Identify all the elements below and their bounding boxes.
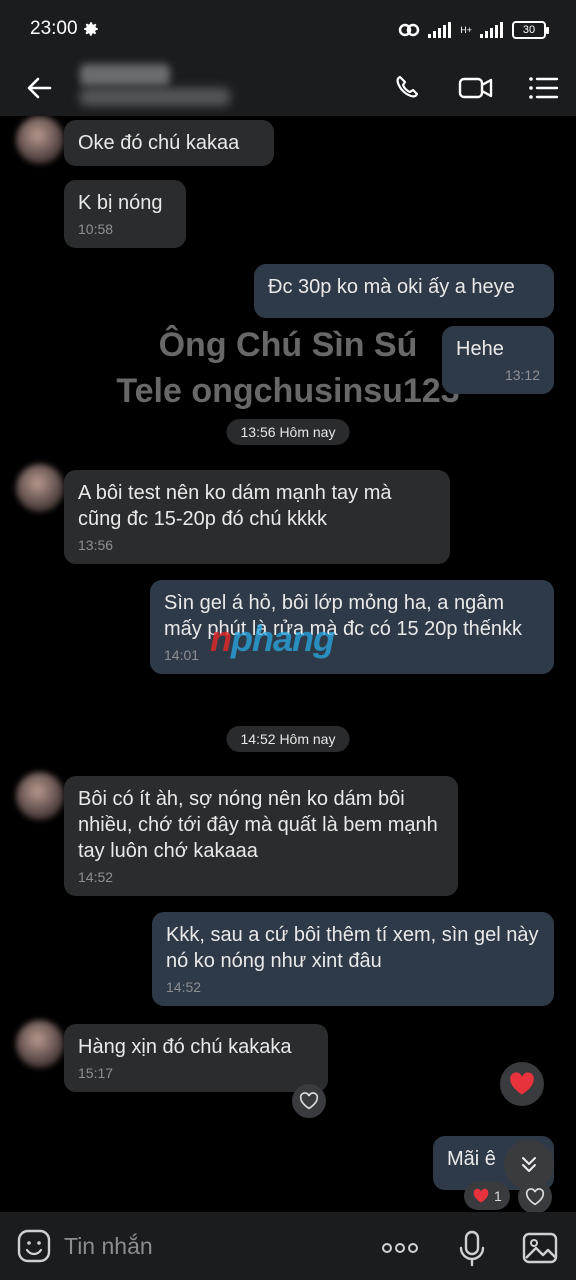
message-time: 13:12 bbox=[504, 367, 540, 383]
message-bubble-incoming[interactable]: K bị nóng 10:58 bbox=[64, 180, 186, 248]
chat-header bbox=[0, 58, 576, 116]
reaction-count: 1 bbox=[494, 1188, 502, 1204]
settings-gear-icon bbox=[84, 22, 98, 36]
message-time: 13:56 bbox=[78, 537, 114, 553]
signal-icon bbox=[428, 22, 452, 38]
message-text: Bôi có ít àh, sợ nóng nên ko dám bôi nhi… bbox=[78, 788, 438, 862]
double-chevron-down-icon bbox=[522, 1157, 536, 1172]
avatar[interactable] bbox=[16, 464, 64, 512]
message-input[interactable] bbox=[64, 1230, 344, 1262]
heart-outline-icon bbox=[525, 1188, 545, 1206]
message-bubble-incoming[interactable]: A bôi test nên ko dám mạnh tay mà cũng đ… bbox=[64, 470, 450, 564]
add-reaction-button[interactable] bbox=[518, 1180, 552, 1212]
message-time: 15:17 bbox=[78, 1065, 114, 1081]
avatar[interactable] bbox=[16, 772, 64, 820]
network-type: H+ bbox=[460, 24, 472, 35]
message-text: A bôi test nên ko dám mạnh tay mà cũng đ… bbox=[78, 482, 392, 530]
add-reaction-button[interactable] bbox=[292, 1084, 326, 1118]
message-text: K bị nóng bbox=[78, 192, 163, 214]
composer-bar bbox=[0, 1212, 576, 1280]
message-time: 10:58 bbox=[78, 221, 114, 237]
message-text: Hehe bbox=[456, 338, 504, 360]
message-bubble-incoming[interactable]: Bôi có ít àh, sợ nóng nên ko dám bôi nhi… bbox=[64, 776, 458, 896]
message-bubble-incoming[interactable]: Oke đó chú kakaa bbox=[64, 120, 274, 166]
reaction-count-badge[interactable]: 1 bbox=[464, 1182, 510, 1210]
brand-logo-watermark: nphang bbox=[210, 618, 335, 659]
battery-level: 30 bbox=[522, 24, 536, 36]
avatar[interactable] bbox=[16, 1020, 64, 1068]
link-icon bbox=[398, 23, 420, 37]
avatar[interactable] bbox=[16, 116, 64, 164]
message-text: Hàng xịn đó chú kakaka bbox=[78, 1036, 292, 1058]
status-bar: 23:00 H+ 30 bbox=[0, 0, 576, 58]
heart-filled-icon bbox=[510, 1072, 534, 1095]
date-divider: 13:56 Hôm nay bbox=[226, 419, 350, 445]
message-bubble-outgoing[interactable]: Hehe 13:12 bbox=[442, 326, 554, 394]
message-bubble-outgoing[interactable]: Đc 30p ko mà oki ấy a heye bbox=[254, 264, 554, 318]
status-time: 23:00 bbox=[30, 18, 78, 39]
signal-2-icon bbox=[480, 22, 503, 38]
image-gallery-icon[interactable] bbox=[520, 1228, 560, 1268]
message-bubble-incoming[interactable]: Hàng xịn đó chú kakaka 15:17 bbox=[64, 1024, 328, 1092]
phone-call-icon[interactable] bbox=[388, 68, 428, 108]
heart-filled-icon bbox=[473, 1188, 489, 1203]
contact-name-blurred[interactable] bbox=[80, 64, 170, 86]
message-text: Kkk, sau a cứ bôi thêm tí xem, sìn gel n… bbox=[166, 924, 539, 972]
contact-status-blurred bbox=[80, 88, 230, 106]
battery-icon: 30 bbox=[512, 21, 549, 39]
status-icons: H+ 30 bbox=[398, 18, 549, 42]
message-text: Oke đó chú kakaa bbox=[78, 132, 240, 154]
heart-outline-icon bbox=[299, 1092, 319, 1110]
heart-reaction-button[interactable] bbox=[500, 1062, 544, 1106]
message-time: 14:52 bbox=[78, 869, 114, 885]
more-options-icon[interactable] bbox=[380, 1228, 420, 1268]
date-divider: 14:52 Hôm nay bbox=[226, 726, 350, 752]
microphone-icon[interactable] bbox=[452, 1228, 492, 1268]
message-text: Đc 30p ko mà oki ấy a heye bbox=[268, 276, 515, 298]
sticker-emoji-icon[interactable] bbox=[16, 1228, 52, 1264]
message-bubble-outgoing[interactable]: Kkk, sau a cứ bôi thêm tí xem, sìn gel n… bbox=[152, 912, 554, 1006]
video-call-icon[interactable] bbox=[456, 68, 496, 108]
message-list[interactable]: Ông Chú Sìn Sú Tele ongchusinsu123 Oke đ… bbox=[0, 116, 576, 1212]
back-arrow-icon[interactable] bbox=[20, 68, 60, 108]
message-time: 14:52 bbox=[166, 979, 202, 995]
menu-list-icon[interactable] bbox=[524, 68, 564, 108]
